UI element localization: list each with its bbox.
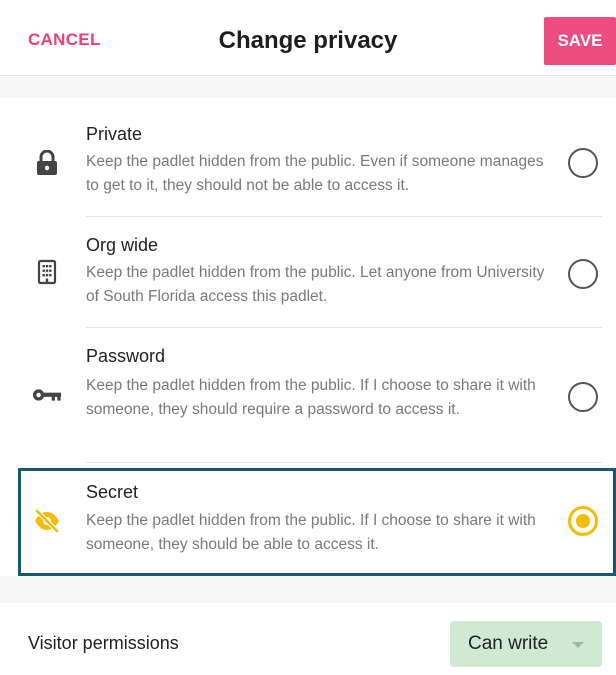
option-title: Org wide <box>86 235 159 255</box>
option-title: Private <box>86 124 143 144</box>
option-description: Keep the padlet hidden from the public. … <box>86 264 545 305</box>
caret-down-icon <box>572 642 584 648</box>
radio-private[interactable] <box>568 148 598 178</box>
option-description: Keep the padlet hidden from the public. … <box>86 377 536 418</box>
lock-icon <box>32 148 62 178</box>
privacy-option-org-wide[interactable]: Org wide Keep the padlet hidden from the… <box>18 217 616 327</box>
option-description: Keep the padlet hidden from the public. … <box>86 512 536 553</box>
visitor-permissions-select[interactable]: Can write <box>450 621 602 667</box>
divider <box>86 462 602 463</box>
section-spacer-top <box>0 77 616 98</box>
building-icon <box>32 257 62 287</box>
section-spacer-bottom <box>0 576 616 603</box>
dialog-title: Change privacy <box>218 27 398 54</box>
option-description: Keep the padlet hidden from the public. … <box>86 153 544 194</box>
dialog-header: CANCEL Change privacy SAVE <box>0 0 616 76</box>
option-title: Secret <box>86 482 139 502</box>
radio-secret[interactable] <box>568 506 598 536</box>
radio-selected-dot <box>576 514 590 528</box>
visitor-permissions-label: Visitor permissions <box>28 633 179 653</box>
radio-org-wide[interactable] <box>568 259 598 289</box>
permission-value: Can write <box>468 633 549 654</box>
privacy-option-password[interactable]: Password Keep the padlet hidden from the… <box>18 328 616 462</box>
privacy-option-secret[interactable]: Secret Keep the padlet hidden from the p… <box>18 468 616 576</box>
option-title: Password <box>86 346 166 366</box>
save-button[interactable]: SAVE <box>544 17 616 65</box>
key-icon <box>32 380 62 410</box>
eye-slash-icon <box>32 506 62 536</box>
radio-password[interactable] <box>568 382 598 412</box>
privacy-option-private[interactable]: Private Keep the padlet hidden from the … <box>18 110 616 216</box>
